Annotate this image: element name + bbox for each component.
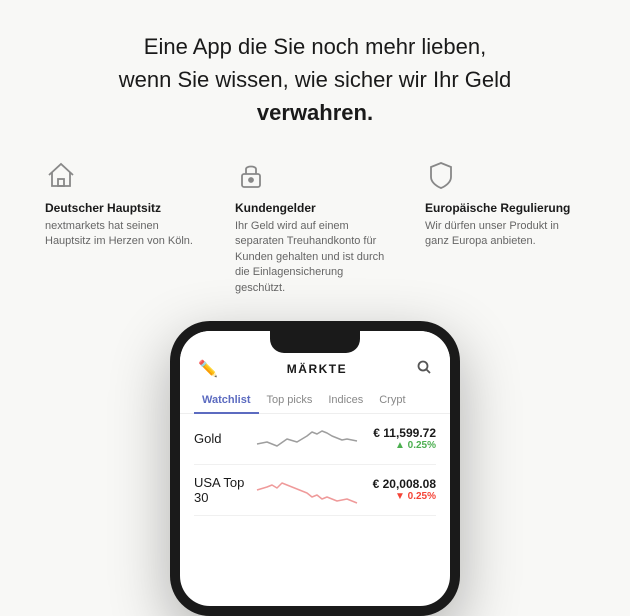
usa-price: € 20,008.08 <box>373 477 436 491</box>
gold-price: € 11,599.72 <box>373 426 436 440</box>
hero-line2: wenn Sie wissen, wie sicher wir Ihr Geld <box>119 67 511 92</box>
feature-kundengelder: Kundengelder Ihr Geld wird auf einem sep… <box>235 159 395 296</box>
stock-name-gold: Gold <box>194 431 249 446</box>
feature-hauptsitz-desc: nextmarkets hat seinen Hauptsitz im Herz… <box>45 219 205 250</box>
feature-kundengelder-title: Kundengelder <box>235 201 316 215</box>
edit-icon[interactable]: ✏️ <box>198 359 218 379</box>
stock-list: Gold € 11,599.72 ▲ 0.25% USA Top 30 <box>180 414 450 516</box>
feature-hauptsitz: Deutscher Hauptsitz nextmarkets hat sein… <box>45 159 205 296</box>
hero-line3: verwahren. <box>257 100 373 125</box>
lock-icon <box>235 159 271 195</box>
phone-screen: ✏️ MÄRKTE Watchlist Top picks Indices Cr… <box>180 331 450 606</box>
stock-item-usa-top30: USA Top 30 € 20,008.08 ▼ 0.25% <box>194 465 436 516</box>
stock-chart-gold <box>257 424 365 454</box>
feature-regulierung-desc: Wir dürfen unser Produkt in ganz Europa … <box>425 219 585 250</box>
phone-container: ✏️ MÄRKTE Watchlist Top picks Indices Cr… <box>0 321 630 616</box>
feature-hauptsitz-title: Deutscher Hauptsitz <box>45 201 161 215</box>
house-icon <box>45 159 81 195</box>
feature-regulierung-title: Europäische Regulierung <box>425 201 570 215</box>
tab-indices[interactable]: Indices <box>320 388 371 414</box>
tab-watchlist[interactable]: Watchlist <box>194 388 259 414</box>
phone-frame: ✏️ MÄRKTE Watchlist Top picks Indices Cr… <box>170 321 460 616</box>
tab-crypto[interactable]: Crypt <box>371 388 413 414</box>
tab-bar: Watchlist Top picks Indices Crypt <box>180 388 450 414</box>
stock-name-usa: USA Top 30 <box>194 475 249 505</box>
stock-item-gold: Gold € 11,599.72 ▲ 0.25% <box>194 414 436 465</box>
features-section: Deutscher Hauptsitz nextmarkets hat sein… <box>0 149 630 316</box>
app-header-title: MÄRKTE <box>218 362 416 376</box>
stock-price-usa: € 20,008.08 ▼ 0.25% <box>373 477 436 502</box>
notch <box>270 331 360 353</box>
stock-price-gold: € 11,599.72 ▲ 0.25% <box>373 426 436 451</box>
tab-top-picks[interactable]: Top picks <box>259 388 321 414</box>
feature-kundengelder-desc: Ihr Geld wird auf einem separaten Treuha… <box>235 219 395 296</box>
stock-chart-usa <box>257 475 365 505</box>
usa-change: ▼ 0.25% <box>373 491 436 502</box>
shield-icon <box>425 159 461 195</box>
hero-section: Eine App die Sie noch mehr lieben, wenn … <box>0 0 630 149</box>
feature-regulierung: Europäische Regulierung Wir dürfen unser… <box>425 159 585 296</box>
hero-line1: Eine App die Sie noch mehr lieben, <box>144 34 486 59</box>
gold-change: ▲ 0.25% <box>373 440 436 451</box>
search-icon[interactable] <box>416 359 432 380</box>
